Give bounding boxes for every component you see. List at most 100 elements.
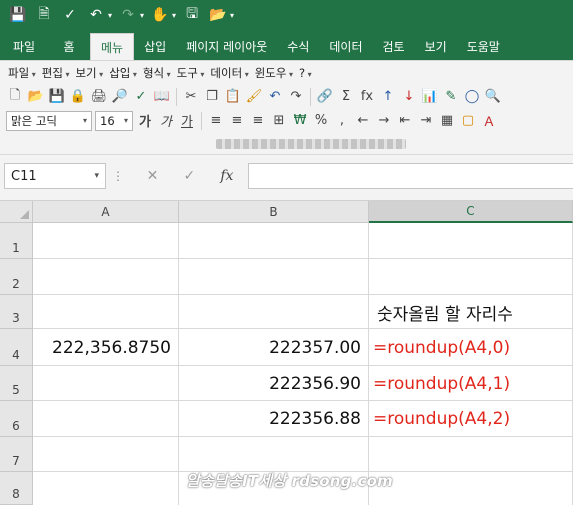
row-header-3[interactable]: 3 [0, 295, 33, 329]
align-right-icon[interactable]: ≡ [249, 112, 267, 130]
menu-file[interactable]: 파일 [8, 65, 36, 81]
hyperlink-icon[interactable]: 🔗 [316, 88, 334, 106]
gridline [33, 258, 573, 259]
redo-dropdown-icon[interactable]: ▾ [140, 11, 144, 20]
italic-button[interactable]: 가 [157, 112, 175, 130]
undo-icon[interactable]: ↶ [86, 5, 106, 25]
autosum-icon[interactable]: Σ [337, 88, 355, 106]
tab-data[interactable]: 데이터 [319, 33, 372, 60]
tab-page-layout[interactable]: 페이지 레이아웃 [176, 33, 277, 60]
new-document-icon[interactable]: 🗋 [6, 88, 24, 106]
bold-button[interactable]: 가 [136, 112, 154, 130]
comma-button[interactable]: , [333, 112, 351, 130]
cell-c6[interactable]: =roundup(A4,2) [369, 401, 573, 437]
name-box[interactable]: C11 ▾ [4, 163, 106, 189]
row-header-5[interactable]: 5 [0, 366, 33, 401]
save-icon[interactable]: 💾 [8, 5, 28, 25]
cut-icon[interactable]: ✂ [182, 88, 200, 106]
print-preview-icon[interactable]: 🗎 [34, 5, 54, 25]
percent-button[interactable]: % [312, 112, 330, 130]
touch-mode-icon[interactable]: ✋ [150, 5, 170, 25]
open-folder-icon[interactable]: 📂 [208, 5, 228, 25]
column-header-b[interactable]: B [179, 201, 369, 223]
font-size-select[interactable]: 16 ▾ [95, 110, 133, 131]
research-icon[interactable]: 📖 [153, 88, 171, 106]
enter-icon[interactable]: ✓ [183, 168, 195, 184]
align-center-icon[interactable]: ≡ [228, 112, 246, 130]
cell-c4[interactable]: =roundup(A4,0) [369, 329, 573, 366]
cell-c3[interactable]: 숫자올림 할 자리수 [369, 295, 573, 329]
tab-home[interactable]: 홈 [48, 33, 90, 60]
menu-data[interactable]: 데이터 [210, 65, 248, 81]
row-header-6[interactable]: 6 [0, 401, 33, 437]
sort-ascending-icon[interactable]: ↑ [379, 88, 397, 106]
tab-file[interactable]: 파일 [0, 33, 48, 60]
redo-icon[interactable]: ↷ [118, 5, 138, 25]
copy-icon[interactable]: ❐ [203, 88, 221, 106]
insert-function-icon[interactable]: fx [358, 88, 376, 106]
font-color-icon[interactable]: Ａ [480, 112, 498, 130]
open-icon[interactable]: 📂 [27, 88, 45, 106]
insert-function-button[interactable]: fx [220, 168, 233, 184]
menu-format[interactable]: 형식 [143, 65, 171, 81]
tab-review[interactable]: 검토 [373, 33, 415, 60]
shapes-icon[interactable]: ◯ [463, 88, 481, 106]
formula-input[interactable] [248, 163, 573, 189]
tab-view[interactable]: 보기 [415, 33, 457, 60]
tab-insert[interactable]: 삽입 [134, 33, 176, 60]
paste-icon[interactable]: 📋 [224, 88, 242, 106]
increase-indent-icon[interactable]: ⇥ [417, 112, 435, 130]
borders-icon[interactable]: ▦ [438, 112, 456, 130]
menu-insert[interactable]: 삽입 [109, 65, 137, 81]
format-painter-icon[interactable]: 🖌 [245, 88, 263, 106]
underline-button[interactable]: 가 [178, 112, 196, 130]
cell-b4[interactable]: 222357.00 [179, 329, 369, 366]
chart-icon[interactable]: 📊 [421, 88, 439, 106]
tab-help[interactable]: 도움말 [457, 33, 510, 60]
cancel-icon[interactable]: ✕ [147, 168, 159, 184]
undo-icon[interactable]: ↶ [266, 88, 284, 106]
cell-c5[interactable]: =roundup(A4,1) [369, 366, 573, 401]
menu-help[interactable]: ? [299, 66, 312, 80]
menu-edit[interactable]: 편집 [42, 65, 70, 81]
save-icon[interactable]: 💾 [48, 88, 66, 106]
undo-dropdown-icon[interactable]: ▾ [108, 11, 112, 20]
decrease-indent-icon[interactable]: ⇤ [396, 112, 414, 130]
increase-decimal-icon[interactable]: ← [354, 112, 372, 130]
cell-b5[interactable]: 222356.90 [179, 366, 369, 401]
row-header-4[interactable]: 4 [0, 329, 33, 366]
touch-dropdown-icon[interactable]: ▾ [172, 11, 176, 20]
redo-icon[interactable]: ↷ [287, 88, 305, 106]
print-icon[interactable]: 🖨 [90, 88, 108, 106]
fill-color-icon[interactable]: ▢ [459, 112, 477, 130]
row-header-1[interactable]: 1 [0, 223, 33, 259]
merge-center-icon[interactable]: ⊞ [270, 112, 288, 130]
select-all-button[interactable] [0, 201, 33, 223]
spell-check-icon[interactable]: ✓ [132, 88, 150, 106]
menu-tools[interactable]: 도구 [177, 65, 205, 81]
customize-qat-icon[interactable]: ▾ [230, 11, 234, 20]
cell-a4[interactable]: 222,356.8750 [33, 329, 179, 366]
tab-menu[interactable]: 메뉴 [90, 33, 135, 60]
zoom-icon[interactable]: 🔍 [484, 88, 502, 106]
permission-icon[interactable]: 🔒 [69, 88, 87, 106]
drawing-icon[interactable]: ✎ [442, 88, 460, 106]
save-as-icon[interactable]: 🖫 [182, 5, 202, 25]
cell-b6[interactable]: 222356.88 [179, 401, 369, 437]
row-header-8[interactable]: 8 [0, 472, 33, 505]
sort-descending-icon[interactable]: ↓ [400, 88, 418, 106]
tab-formulas[interactable]: 수식 [277, 33, 319, 60]
spell-check-icon[interactable]: ✓ [60, 5, 80, 25]
menu-view[interactable]: 보기 [75, 65, 103, 81]
splitter-handle-icon[interactable]: ⋮ [112, 169, 124, 183]
currency-icon[interactable]: ₩ [291, 112, 309, 130]
column-header-c[interactable]: C [369, 201, 573, 223]
print-preview-icon[interactable]: 🔎 [111, 88, 129, 106]
font-name-select[interactable]: 맑은 고딕 ▾ [6, 110, 92, 131]
column-header-a[interactable]: A [33, 201, 179, 223]
menu-window[interactable]: 윈도우 [255, 65, 293, 81]
row-header-7[interactable]: 7 [0, 437, 33, 472]
align-left-icon[interactable]: ≡ [207, 112, 225, 130]
decrease-decimal-icon[interactable]: → [375, 112, 393, 130]
row-header-2[interactable]: 2 [0, 259, 33, 295]
